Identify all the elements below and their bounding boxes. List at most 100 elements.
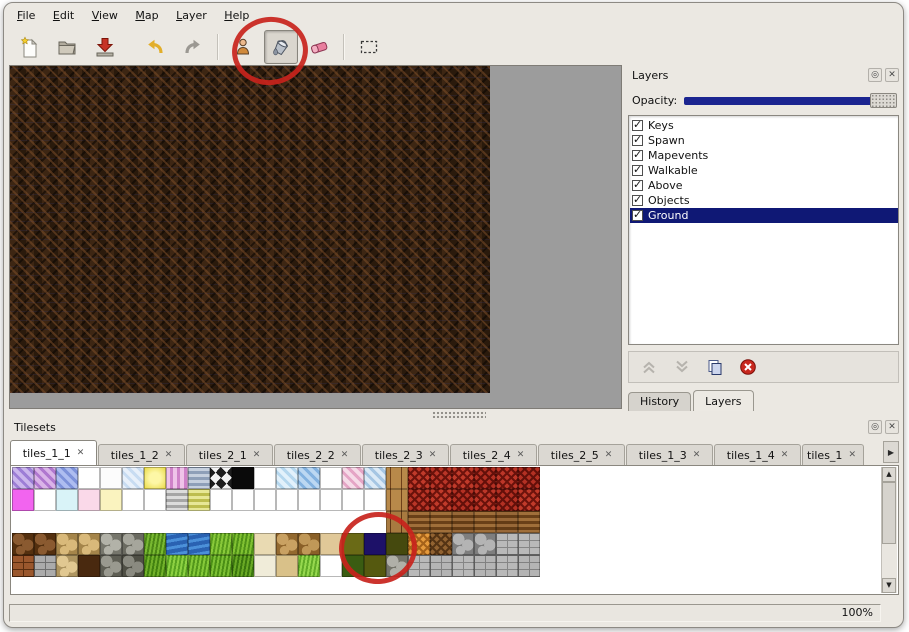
new-map-button[interactable] xyxy=(12,30,46,64)
palette-tile[interactable] xyxy=(452,467,474,489)
palette-tile[interactable] xyxy=(518,533,540,555)
player-tool-button[interactable] xyxy=(226,30,260,64)
palette-tile[interactable] xyxy=(100,555,122,577)
palette-tile[interactable] xyxy=(100,467,122,489)
palette-tile[interactable] xyxy=(34,489,56,511)
pane-splitter-grip[interactable] xyxy=(432,411,486,418)
palette-tile[interactable] xyxy=(276,533,298,555)
tab-close-icon[interactable]: ✕ xyxy=(77,448,85,458)
tileset-tab-tiles_1[interactable]: tiles_1✕ xyxy=(802,444,864,465)
fill-tool-button[interactable] xyxy=(264,30,298,64)
palette-tile[interactable] xyxy=(474,533,496,555)
palette-tile[interactable] xyxy=(496,533,518,555)
palette-tile[interactable] xyxy=(276,467,298,489)
palette-tile[interactable] xyxy=(232,467,254,489)
palette-tile[interactable] xyxy=(386,489,408,511)
palette-tile[interactable] xyxy=(364,467,386,489)
palette-tile[interactable] xyxy=(430,489,452,511)
tab-close-icon[interactable]: ✕ xyxy=(429,450,437,460)
palette-tile[interactable] xyxy=(188,467,210,489)
palette-tile[interactable] xyxy=(408,467,430,489)
select-tool-button[interactable] xyxy=(352,30,386,64)
detach-panel-icon[interactable]: ◎ xyxy=(868,68,882,82)
tab-close-icon[interactable]: ✕ xyxy=(165,450,173,460)
palette-tile[interactable] xyxy=(166,489,188,511)
palette-tile[interactable] xyxy=(56,533,78,555)
palette-tile[interactable] xyxy=(144,467,166,489)
palette-tile[interactable] xyxy=(276,489,298,511)
palette-tile[interactable] xyxy=(56,555,78,577)
palette-tile[interactable] xyxy=(34,533,56,555)
palette-tile[interactable] xyxy=(34,467,56,489)
palette-tile[interactable] xyxy=(430,511,452,533)
close-panel-icon[interactable]: ✕ xyxy=(885,420,899,434)
tileset-tab-tiles_1_4[interactable]: tiles_1_4✕ xyxy=(714,444,801,465)
palette-tile[interactable] xyxy=(386,555,408,577)
tab-layers[interactable]: Layers xyxy=(693,390,753,411)
tileset-tab-tiles_1_1[interactable]: tiles_1_1✕ xyxy=(10,440,97,465)
layer-row-above[interactable]: Above xyxy=(630,178,898,193)
save-button[interactable] xyxy=(88,30,122,64)
menu-help[interactable]: Help xyxy=(217,6,256,26)
palette-tile[interactable] xyxy=(100,489,122,511)
palette-tile[interactable] xyxy=(144,489,166,511)
palette-scrollbar[interactable]: ▲ ▼ xyxy=(881,467,897,593)
layer-visibility-checkbox[interactable] xyxy=(632,165,643,176)
palette-tile[interactable] xyxy=(298,489,320,511)
palette-tile[interactable] xyxy=(452,489,474,511)
layer-visibility-checkbox[interactable] xyxy=(632,180,643,191)
palette-tile[interactable] xyxy=(210,533,232,555)
tab-close-icon[interactable]: ✕ xyxy=(848,450,856,460)
palette-tile[interactable] xyxy=(210,555,232,577)
palette-tile[interactable] xyxy=(100,533,122,555)
close-panel-icon[interactable]: ✕ xyxy=(885,68,899,82)
palette-tile[interactable] xyxy=(320,489,342,511)
palette-tile[interactable] xyxy=(518,555,540,577)
layer-visibility-checkbox[interactable] xyxy=(632,210,643,221)
palette-tile[interactable] xyxy=(232,533,254,555)
palette-tile[interactable] xyxy=(254,555,276,577)
palette-tile[interactable] xyxy=(254,467,276,489)
tab-close-icon[interactable]: ✕ xyxy=(605,450,613,460)
palette-tile[interactable] xyxy=(188,489,210,511)
palette-tile[interactable] xyxy=(496,555,518,577)
palette-tile[interactable] xyxy=(254,533,276,555)
palette-tile[interactable] xyxy=(144,555,166,577)
palette-tile[interactable] xyxy=(320,555,342,577)
palette-tile[interactable] xyxy=(386,467,408,489)
palette-tile[interactable] xyxy=(232,555,254,577)
palette-tile[interactable] xyxy=(364,555,386,577)
move-layer-down-button[interactable] xyxy=(672,357,692,377)
palette-tile[interactable] xyxy=(320,533,342,555)
palette-tile[interactable] xyxy=(430,467,452,489)
palette-tile[interactable] xyxy=(166,467,188,489)
tileset-tab-tiles_1_3[interactable]: tiles_1_3✕ xyxy=(626,444,713,465)
palette-tile[interactable] xyxy=(12,489,34,511)
palette-tile[interactable] xyxy=(496,467,518,489)
scrollbar-thumb[interactable] xyxy=(882,482,896,544)
tileset-tab-tiles_2_4[interactable]: tiles_2_4✕ xyxy=(450,444,537,465)
layer-row-keys[interactable]: Keys xyxy=(630,118,898,133)
palette-tile[interactable] xyxy=(452,533,474,555)
layer-row-spawn[interactable]: Spawn xyxy=(630,133,898,148)
palette-tile[interactable] xyxy=(210,467,232,489)
palette-tile[interactable] xyxy=(78,489,100,511)
palette-tile[interactable] xyxy=(496,511,518,533)
palette-tile[interactable] xyxy=(342,555,364,577)
palette-tile[interactable] xyxy=(122,467,144,489)
palette-tile[interactable] xyxy=(430,555,452,577)
layer-row-walkable[interactable]: Walkable xyxy=(630,163,898,178)
palette-tile[interactable] xyxy=(276,555,298,577)
palette-tile[interactable] xyxy=(518,489,540,511)
palette-tile[interactable] xyxy=(56,467,78,489)
palette-tile[interactable] xyxy=(408,489,430,511)
tab-close-icon[interactable]: ✕ xyxy=(781,450,789,460)
layer-row-objects[interactable]: Objects xyxy=(630,193,898,208)
menu-layer[interactable]: Layer xyxy=(169,6,214,26)
layer-row-ground[interactable]: Ground xyxy=(630,208,898,223)
opacity-slider-handle[interactable] xyxy=(870,93,897,108)
palette-tile[interactable] xyxy=(12,555,34,577)
tileset-tab-tiles_2_1[interactable]: tiles_2_1✕ xyxy=(186,444,273,465)
scroll-down-icon[interactable]: ▼ xyxy=(882,578,896,593)
menu-file[interactable]: File xyxy=(10,6,42,26)
